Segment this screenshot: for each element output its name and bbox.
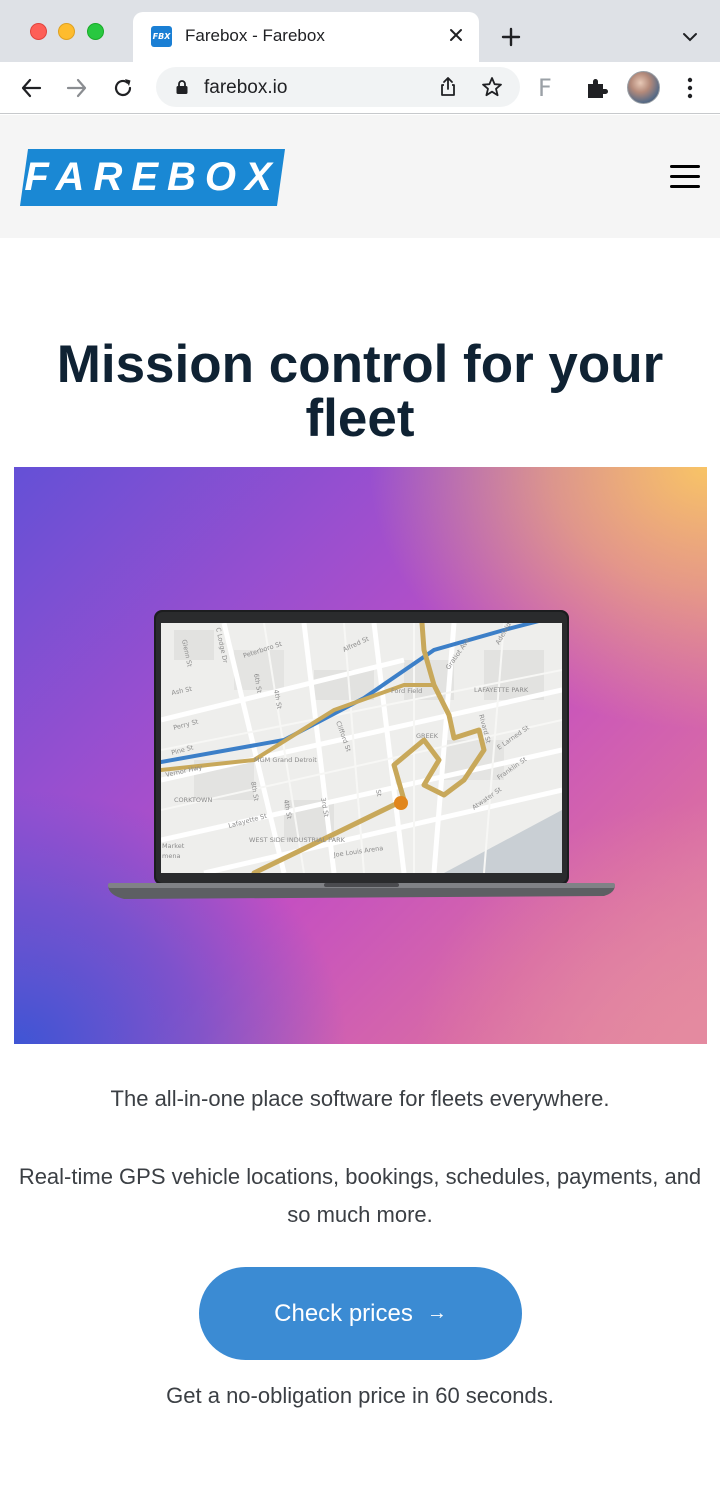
address-bar[interactable]: farebox.io [156, 67, 520, 107]
back-arrow-icon[interactable] [17, 74, 45, 102]
puzzle-icon[interactable] [584, 75, 610, 101]
svg-text:MGM Grand Detroit: MGM Grand Detroit [254, 756, 317, 764]
extension-f-icon[interactable]: F [538, 74, 552, 102]
check-prices-label: Check prices [274, 1299, 413, 1327]
svg-text:Ford Field: Ford Field [391, 687, 422, 695]
svg-text:LAFAYETTE PARK: LAFAYETTE PARK [474, 686, 529, 694]
farebox-favicon-icon: FBX [151, 26, 172, 47]
farebox-logo[interactable]: FAREBOX [20, 149, 286, 206]
reload-icon[interactable] [109, 74, 137, 102]
svg-text:mena: mena [162, 852, 180, 860]
kebab-menu-icon[interactable] [680, 75, 700, 101]
browser-titlebar: FBX Farebox - Farebox [0, 0, 720, 62]
browser-tab[interactable]: FBX Farebox - Farebox [133, 12, 479, 62]
svg-text:GREEK: GREEK [416, 732, 439, 740]
svg-text:WEST SIDE INDUSTRIAL PARK: WEST SIDE INDUSTRIAL PARK [249, 836, 346, 844]
tab-search-chevron-icon[interactable] [678, 26, 702, 48]
lock-icon [176, 80, 188, 94]
new-tab-plus-icon[interactable] [498, 24, 524, 50]
hero-tagline: The all-in-one place software for fleets… [110, 1086, 610, 1111]
hamburger-icon[interactable] [670, 165, 700, 189]
logo-text: FAREBOX [24, 155, 281, 199]
site-header: FAREBOX [0, 115, 720, 238]
browser-toolbar: farebox.io F [0, 62, 720, 114]
forward-arrow-icon[interactable] [63, 74, 91, 102]
cta-note: Get a no-obligation price in 60 seconds. [166, 1383, 554, 1408]
hero-title: Mission control for your fleet [56, 335, 664, 448]
hero-description: Real-time GPS vehicle locations, booking… [18, 1164, 702, 1227]
arrow-right-icon: → [426, 1302, 447, 1324]
tab-close-icon[interactable] [445, 24, 467, 46]
star-icon[interactable] [480, 75, 504, 99]
hero-image: Glenn St C Lodge Dr Peterboro St Alfred … [14, 467, 707, 1044]
window-close-button[interactable] [30, 23, 47, 40]
profile-avatar[interactable] [627, 71, 660, 104]
window-minimize-button[interactable] [58, 23, 75, 40]
window-zoom-button[interactable] [87, 23, 104, 40]
tab-title: Farebox - Farebox [185, 26, 325, 45]
check-prices-button[interactable]: Check prices → [199, 1267, 522, 1360]
svg-text:CORKTOWN: CORKTOWN [174, 796, 212, 804]
url-text: farebox.io [204, 77, 288, 98]
svg-text:Market: Market [162, 842, 185, 850]
laptop-map-illustration: Glenn St C Lodge Dr Peterboro St Alfred … [108, 610, 615, 899]
share-icon[interactable] [436, 75, 460, 99]
